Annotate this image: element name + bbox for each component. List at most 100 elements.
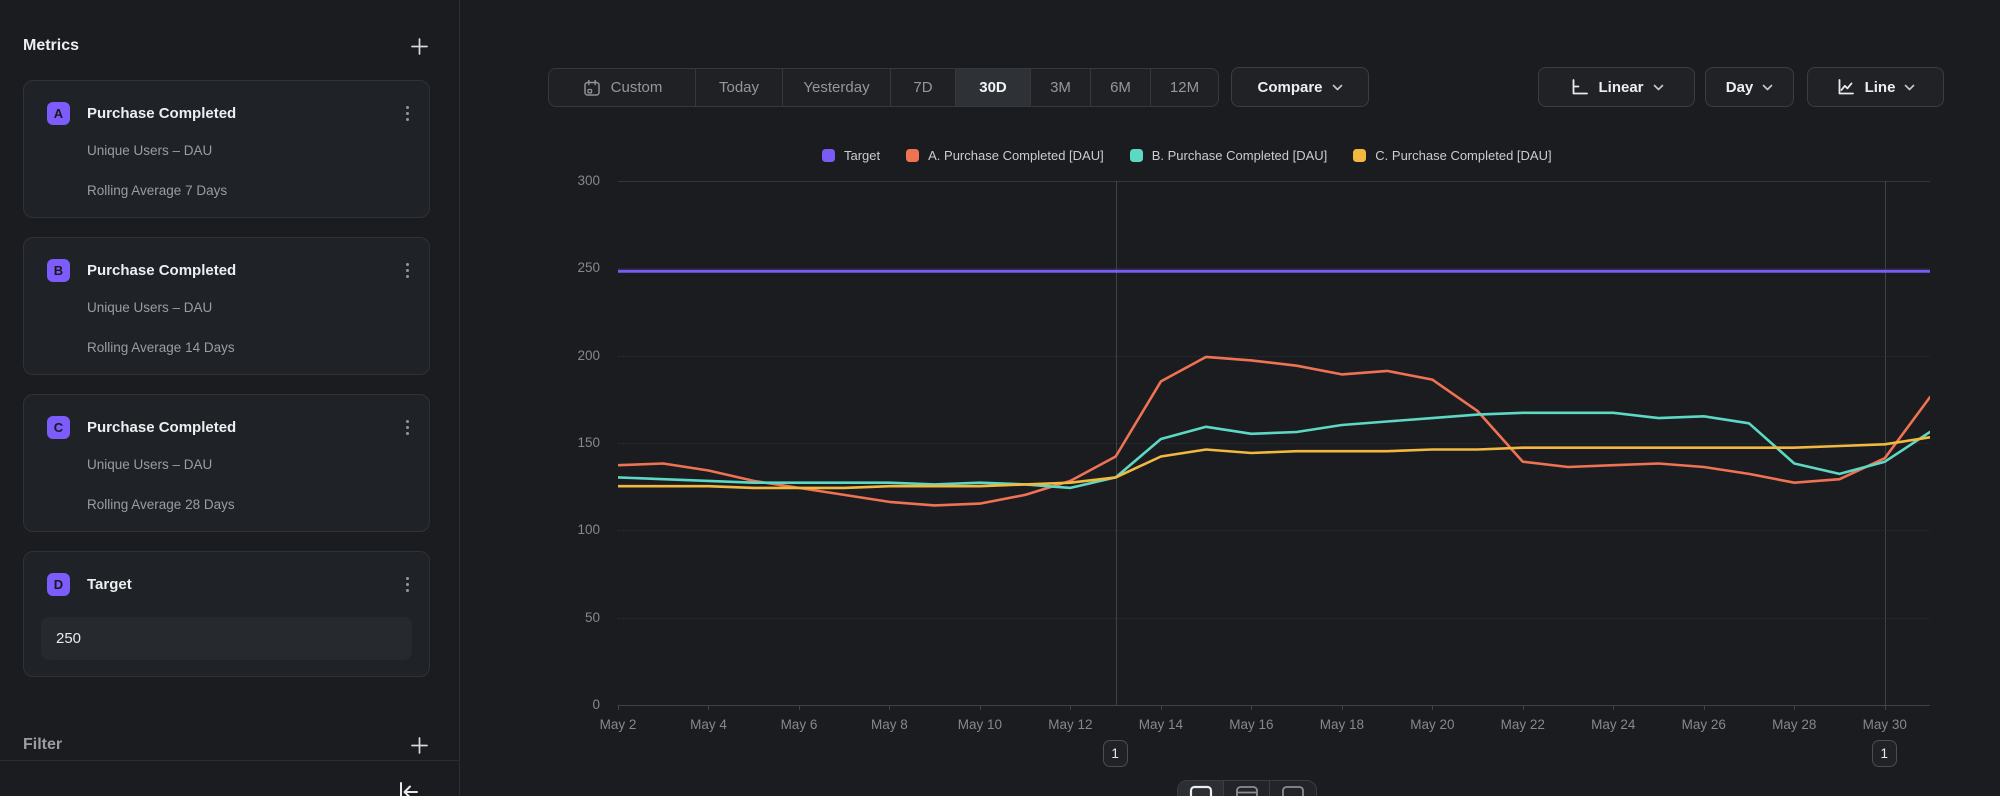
app-root: Metrics A Purchase Completed Unique User… (0, 0, 2000, 796)
date-range-tab-3m[interactable]: 3M (1031, 69, 1091, 106)
x-axis-label: May 8 (849, 717, 929, 732)
date-range-tab-custom[interactable]: Custom (549, 69, 696, 106)
target-card[interactable]: D Target 250 (23, 551, 430, 677)
legend-swatch (822, 149, 835, 162)
legend-label: Target (844, 148, 880, 163)
x-axis-label: May 20 (1392, 717, 1472, 732)
x-axis-label: May 22 (1483, 717, 1563, 732)
date-range-tab-6m[interactable]: 6M (1091, 69, 1151, 106)
calendar-icon (582, 78, 602, 98)
legend-label: B. Purchase Completed [DAU] (1152, 148, 1328, 163)
y-axis-label: 50 (548, 610, 600, 625)
date-range-tab-yesterday[interactable]: Yesterday (783, 69, 891, 106)
metric-transform: Rolling Average 7 Days (87, 183, 227, 198)
y-axis-label: 300 (548, 173, 600, 188)
chevron-down-icon (1653, 84, 1664, 91)
x-axis-label: May 30 (1845, 717, 1925, 732)
compare-button[interactable]: Compare (1231, 67, 1369, 107)
main-panel: Custom Today Yesterday 7D 30D 3M6M 12M Compare… (460, 0, 2000, 796)
card-menu-button[interactable] (399, 420, 415, 435)
metric-transform: Rolling Average 28 Days (87, 497, 235, 512)
metric-measure: Unique Users – DAU (87, 457, 212, 472)
plus-icon (409, 36, 430, 57)
x-axis-label: May 4 (668, 717, 748, 732)
axis-linear-icon (1569, 77, 1589, 97)
sidebar-divider (0, 760, 460, 761)
annotation-badge[interactable]: 1 (1103, 740, 1128, 767)
metrics-section-title: Metrics (23, 37, 79, 55)
tab-label: 30D (979, 79, 1007, 96)
chart-type-button[interactable]: Line (1807, 67, 1944, 107)
metric-title: Purchase Completed (87, 419, 399, 436)
date-range-tab-7d[interactable]: 7D (891, 69, 956, 106)
chevron-down-icon (1332, 84, 1343, 91)
tab-label: 7D (913, 79, 932, 96)
date-range-tab-12m[interactable]: 12M (1151, 69, 1218, 106)
line-chart-icon (1836, 77, 1856, 97)
x-axis-label: May 24 (1573, 717, 1653, 732)
legend-swatch (906, 149, 919, 162)
y-axis-label: 250 (548, 260, 600, 275)
metric-transform: Rolling Average 14 Days (87, 340, 235, 355)
annotation-badge[interactable]: 1 (1872, 740, 1897, 767)
legend-item[interactable]: B. Purchase Completed [DAU] (1130, 148, 1328, 163)
x-axis-label: May 28 (1754, 717, 1834, 732)
metric-card[interactable]: C Purchase Completed Unique Users – DAU … (23, 394, 430, 532)
y-axis-label: 150 (548, 435, 600, 450)
add-filter-button[interactable] (409, 735, 430, 756)
filter-section-title: Filter (23, 736, 62, 754)
card-menu-button[interactable] (399, 577, 415, 592)
metric-card[interactable]: B Purchase Completed Unique Users – DAU … (23, 237, 430, 375)
card-menu-button[interactable] (399, 106, 415, 121)
card-menu-button[interactable] (399, 263, 415, 278)
legend-item[interactable]: Target (822, 148, 880, 163)
granularity-button-label: Day (1726, 79, 1754, 96)
x-axis-label: May 18 (1302, 717, 1382, 732)
chart-view-toggle-button[interactable] (1178, 781, 1224, 796)
legend-item[interactable]: C. Purchase Completed [DAU] (1353, 148, 1551, 163)
x-axis-label: May 2 (578, 717, 658, 732)
add-metric-button[interactable] (409, 36, 430, 57)
legend-swatch (1130, 149, 1143, 162)
scale-button[interactable]: Linear (1538, 67, 1695, 107)
tab-label: 12M (1170, 79, 1199, 96)
x-axis-label: May 6 (759, 717, 839, 732)
metric-badge: C (47, 416, 70, 439)
series-line (618, 437, 1930, 488)
y-axis-label: 100 (548, 522, 600, 537)
date-range-tab-today[interactable]: Today (696, 69, 783, 106)
series-line (618, 413, 1930, 488)
x-axis-label: May 16 (1211, 717, 1291, 732)
notes-view-toggle-button[interactable] (1224, 781, 1270, 796)
sidebar: Metrics A Purchase Completed Unique User… (0, 0, 460, 796)
metric-card[interactable]: A Purchase Completed Unique Users – DAU … (23, 80, 430, 218)
tab-label: Today (719, 79, 759, 96)
collapse-left-icon (396, 779, 422, 796)
chart-type-button-label: Line (1865, 79, 1896, 96)
metric-badge: A (47, 102, 70, 125)
x-axis-label: May 26 (1664, 717, 1744, 732)
plot-area (618, 181, 1930, 711)
notes-view-icon (1235, 785, 1259, 796)
legend-label: A. Purchase Completed [DAU] (928, 148, 1104, 163)
x-axis-label: May 12 (1030, 717, 1110, 732)
metric-measure: Unique Users – DAU (87, 143, 212, 158)
tab-label: Custom (611, 79, 663, 96)
legend-item[interactable]: A. Purchase Completed [DAU] (906, 148, 1104, 163)
y-axis-label: 200 (548, 348, 600, 363)
metric-badge: D (47, 573, 70, 596)
metric-title: Purchase Completed (87, 105, 399, 122)
table-view-toggle-button[interactable] (1270, 781, 1316, 796)
legend-label: C. Purchase Completed [DAU] (1375, 148, 1551, 163)
target-value-input[interactable]: 250 (41, 617, 412, 660)
granularity-button[interactable]: Day (1705, 67, 1794, 107)
compare-button-label: Compare (1257, 79, 1322, 96)
chevron-down-icon (1762, 84, 1773, 91)
metric-measure: Unique Users – DAU (87, 300, 212, 315)
plus-icon (409, 735, 430, 756)
metric-title: Purchase Completed (87, 262, 399, 279)
collapse-sidebar-button[interactable] (396, 779, 422, 796)
tab-label: Yesterday (803, 79, 869, 96)
date-range-tab-30d[interactable]: 30D (956, 69, 1031, 106)
y-axis-label: 0 (548, 697, 600, 712)
